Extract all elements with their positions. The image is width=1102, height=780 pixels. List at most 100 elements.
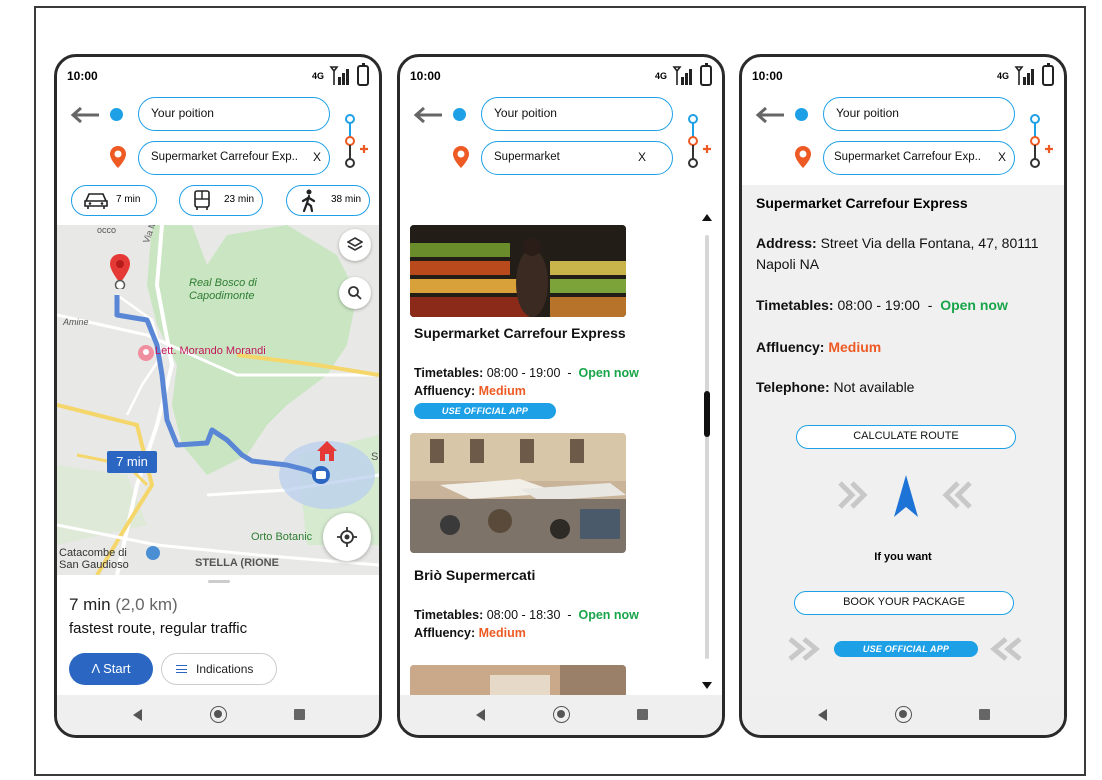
origin-dot-icon	[110, 108, 123, 121]
mode-car[interactable]: 7 min	[71, 185, 157, 216]
network-type: 4G	[996, 71, 1009, 81]
clear-destination-button[interactable]: X	[313, 142, 321, 173]
open-status: Open now	[578, 366, 639, 380]
phone-details-screen: 10:00 4G Your poition Supermarket Carref…	[739, 54, 1067, 738]
layers-icon	[347, 237, 363, 251]
results-list: Supermarket Carrefour Express Timetables…	[400, 225, 722, 697]
origin-input[interactable]: Your poition	[138, 97, 330, 131]
origin-pin-icon	[110, 254, 130, 289]
phone-map-screen: 10:00 4G Your poition Supermarket Carref…	[54, 54, 382, 738]
catacombe-pin-icon	[146, 546, 160, 560]
signal-icon	[672, 66, 692, 85]
nav-home-icon[interactable]	[210, 706, 227, 723]
crosshair-icon	[337, 527, 357, 547]
book-package-button[interactable]: BOOK YOUR PACKAGE	[794, 591, 1014, 615]
destination-input-text: Supermarket Carrefour Exp..	[834, 151, 982, 163]
calculate-route-button[interactable]: CALCULATE ROUTE	[796, 425, 1016, 449]
my-location-button[interactable]	[323, 513, 371, 561]
nav-recents-icon[interactable]	[294, 709, 305, 720]
sheet-grab-handle[interactable]	[208, 580, 230, 583]
scroll-up-icon[interactable]	[702, 214, 712, 221]
android-nav-bar	[742, 695, 1064, 735]
map-label-edge: S	[371, 451, 379, 463]
add-stop-route-icon[interactable]	[1026, 113, 1054, 171]
mode-bus[interactable]: 23 min	[179, 185, 263, 216]
use-official-app-button[interactable]: USE OFFICIAL APP	[414, 403, 556, 419]
status-bar: 10:00 4G	[57, 57, 379, 93]
back-arrow-icon[interactable]	[412, 106, 444, 124]
duration-text: 7 min	[69, 595, 111, 614]
map-label-street: Amine	[63, 317, 89, 327]
result-photo-brio[interactable]	[410, 433, 626, 553]
nav-back-icon[interactable]	[818, 709, 827, 721]
destination-input[interactable]: Supermarket Carrefour Exp.. X	[138, 141, 330, 175]
nav-back-icon[interactable]	[133, 709, 142, 721]
open-status: Open now	[578, 608, 639, 622]
add-stop-route-icon[interactable]	[341, 113, 369, 171]
traffic-text: fastest route, regular traffic	[69, 620, 248, 637]
street-market-image	[410, 433, 626, 553]
timetables-row: Timetables: 08:00 - 19:00 - Open now	[756, 295, 1056, 316]
poi-pin-icon	[138, 345, 154, 361]
indications-button[interactable]: Indications	[161, 653, 277, 685]
add-stop-route-icon[interactable]	[684, 113, 712, 171]
list-icon	[176, 665, 187, 673]
timetables-label: Timetables:	[414, 366, 484, 380]
nav-home-icon[interactable]	[553, 706, 570, 723]
walk-icon	[301, 189, 316, 213]
result-title[interactable]: Supermarket Carrefour Express	[414, 325, 626, 341]
nav-back-icon[interactable]	[476, 709, 485, 721]
result-affluency: Affluency: Medium	[414, 384, 526, 398]
next-result-image	[410, 665, 626, 697]
clear-destination-button[interactable]: X	[998, 142, 1006, 173]
bus-duration: 23 min	[224, 194, 255, 205]
search-icon	[348, 286, 362, 300]
destination-input[interactable]: Supermarket X	[481, 141, 673, 175]
nav-recents-icon[interactable]	[637, 709, 648, 720]
layers-button[interactable]	[339, 229, 371, 261]
battery-icon	[357, 63, 369, 86]
battery-icon	[1042, 63, 1054, 86]
map-view[interactable]: Real Bosco di Capodimonte Lett. Morando …	[57, 225, 379, 575]
clear-destination-button[interactable]: X	[638, 142, 646, 173]
origin-input[interactable]: Your poition	[481, 97, 673, 131]
telephone-row: Telephone: Not available	[756, 377, 1056, 398]
distance-text: (2,0 km)	[115, 595, 178, 614]
telephone-label: Telephone:	[756, 379, 830, 395]
origin-input-text: Your poition	[494, 106, 557, 120]
separator: -	[567, 608, 572, 622]
battery-icon	[700, 63, 712, 86]
timetables-label: Timetables:	[414, 608, 484, 622]
mode-walk[interactable]: 38 min	[286, 185, 370, 216]
chevron-left-icon	[942, 481, 972, 509]
back-arrow-icon[interactable]	[754, 106, 786, 124]
start-label: Start	[103, 661, 131, 676]
result-title[interactable]: Briò Supermercati	[414, 567, 535, 583]
map-label-poi: Lett. Morando Morandi	[155, 345, 266, 357]
android-nav-bar	[400, 695, 722, 735]
map-label-botanic: Orto Botanic	[251, 531, 313, 543]
address-row: Address: Street Via della Fontana, 47, 8…	[756, 233, 1056, 275]
hours-text: 08:00 - 19:00	[837, 297, 920, 313]
result-photo-next[interactable]	[410, 665, 626, 697]
affluency-row: Affluency: Medium	[756, 337, 1056, 358]
nav-home-icon[interactable]	[895, 706, 912, 723]
result-timetables: Timetables: 08:00 - 19:00 - Open now	[414, 366, 639, 380]
result-photo-carrefour[interactable]	[410, 225, 626, 317]
map-search-button[interactable]	[339, 277, 371, 309]
affluency-value: Medium	[478, 626, 526, 640]
back-arrow-icon[interactable]	[69, 106, 101, 124]
affluency-label: Affluency:	[756, 339, 825, 355]
start-button[interactable]: Λ Start	[69, 653, 153, 685]
origin-dot-icon	[795, 108, 808, 121]
nav-recents-icon[interactable]	[979, 709, 990, 720]
use-official-app-button[interactable]: USE OFFICIAL APP	[834, 641, 978, 657]
destination-input[interactable]: Supermarket Carrefour Exp.. X	[823, 141, 1015, 175]
route-duration: 7 min (2,0 km)	[69, 595, 178, 615]
origin-input[interactable]: Your poition	[823, 97, 1015, 131]
destination-pin-icon	[110, 146, 126, 168]
result-affluency: Affluency: Medium	[414, 626, 526, 640]
open-status: Open now	[940, 297, 1008, 313]
signal-icon	[1014, 66, 1034, 85]
destination-input-text: Supermarket Carrefour Exp..	[151, 151, 299, 163]
